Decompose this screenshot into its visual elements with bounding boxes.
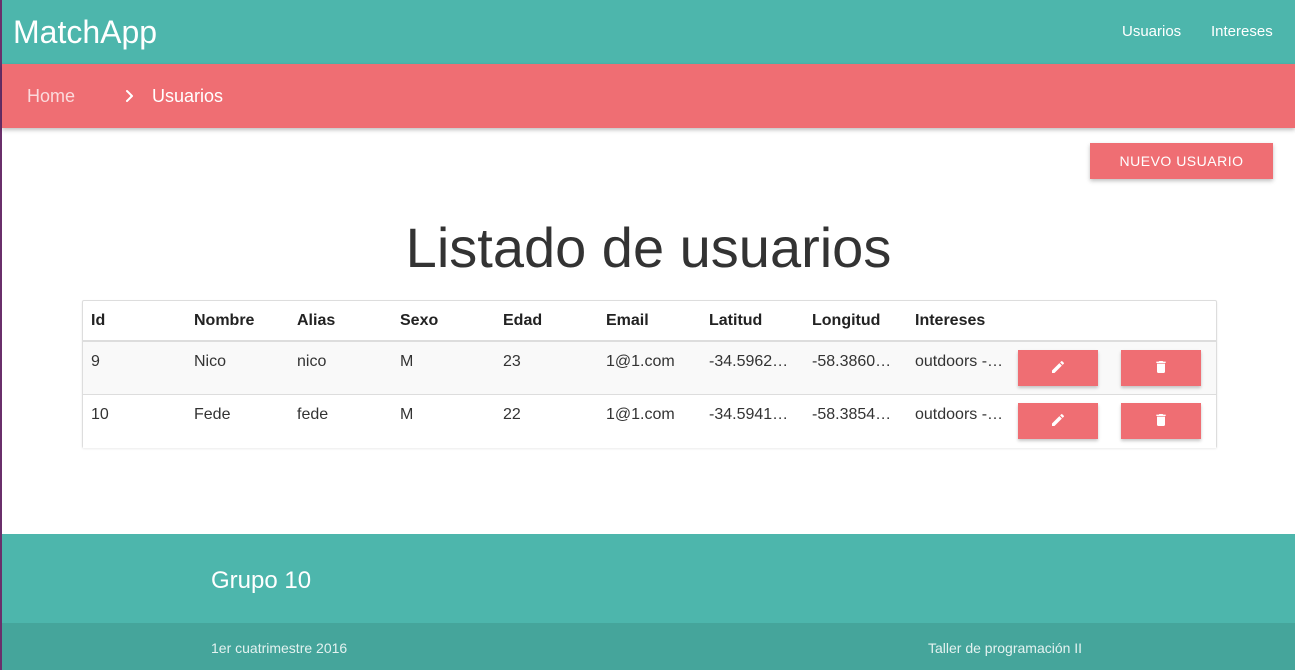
cell-latitud: -34.5962… xyxy=(709,353,789,370)
delete-button[interactable] xyxy=(1121,403,1201,439)
breadcrumb: Home Usuarios xyxy=(2,64,1295,128)
pencil-icon xyxy=(1050,412,1066,431)
column-header-intereses: Intereses xyxy=(915,312,986,329)
trash-icon xyxy=(1153,359,1169,378)
column-header-latitud: Latitud xyxy=(709,312,763,329)
page-title: Listado de usuarios xyxy=(405,216,892,279)
column-header-sexo: Sexo xyxy=(400,312,439,329)
column-header-email: Email xyxy=(606,312,649,329)
edit-button[interactable] xyxy=(1018,403,1098,439)
top-navbar: MatchApp Usuarios Intereses xyxy=(2,0,1295,64)
trash-icon xyxy=(1153,412,1169,431)
footer-semester: 1er cuatrimestre 2016 xyxy=(211,640,348,656)
breadcrumb-home-link[interactable]: Home xyxy=(27,86,75,106)
cell-alias: fede xyxy=(297,406,329,423)
cell-sexo: M xyxy=(400,353,414,370)
footer-bottom-bar: 1er cuatrimestre 2016 Taller de programa… xyxy=(2,623,1295,670)
cell-latitud: -34.5941… xyxy=(709,406,789,423)
edit-button[interactable] xyxy=(1018,350,1098,386)
cell-intereses: outdoors -… xyxy=(915,353,1004,370)
column-header-edad: Edad xyxy=(503,312,543,329)
cell-sexo: M xyxy=(400,406,414,423)
nav-link-intereses[interactable]: Intereses xyxy=(1211,23,1273,41)
cell-edad: 22 xyxy=(503,406,521,423)
app-brand[interactable]: MatchApp xyxy=(13,14,157,50)
cell-longitud: -58.3854… xyxy=(812,406,892,423)
nav-link-usuarios[interactable]: Usuarios xyxy=(1122,23,1181,41)
cell-email: 1@1.com xyxy=(606,353,675,370)
table-header-row: Id Nombre Alias Sexo Edad Email Latitud … xyxy=(83,301,1216,342)
cell-longitud: -58.3860… xyxy=(812,353,892,370)
cell-intereses: outdoors -… xyxy=(915,406,1004,423)
column-header-longitud: Longitud xyxy=(812,312,881,329)
pencil-icon xyxy=(1050,359,1066,378)
cell-id: 10 xyxy=(91,406,109,423)
cell-email: 1@1.com xyxy=(606,406,675,423)
delete-button[interactable] xyxy=(1121,350,1201,386)
new-user-button[interactable]: NUEVO USUARIO xyxy=(1090,143,1273,179)
column-header-id: Id xyxy=(91,312,106,329)
breadcrumb-current: Usuarios xyxy=(152,86,224,106)
table-row: 9 Nico nico M 23 1@1.com -34.5962… -58.3… xyxy=(83,342,1216,395)
column-header-nombre: Nombre xyxy=(194,312,255,329)
cell-id: 9 xyxy=(91,353,100,370)
users-table: Id Nombre Alias Sexo Edad Email Latitud … xyxy=(82,300,1217,448)
cell-nombre: Nico xyxy=(194,353,227,370)
cell-nombre: Fede xyxy=(194,406,231,423)
cell-edad: 23 xyxy=(503,353,521,370)
footer-course: Taller de programación II xyxy=(928,640,1083,656)
cell-alias: nico xyxy=(297,353,327,370)
table-row: 10 Fede fede M 22 1@1.com -34.5941… -58.… xyxy=(83,395,1216,448)
column-header-alias: Alias xyxy=(297,312,336,329)
footer: Grupo 10 xyxy=(2,534,1295,623)
chevron-right-icon xyxy=(123,86,137,106)
footer-title: Grupo 10 xyxy=(211,567,312,594)
